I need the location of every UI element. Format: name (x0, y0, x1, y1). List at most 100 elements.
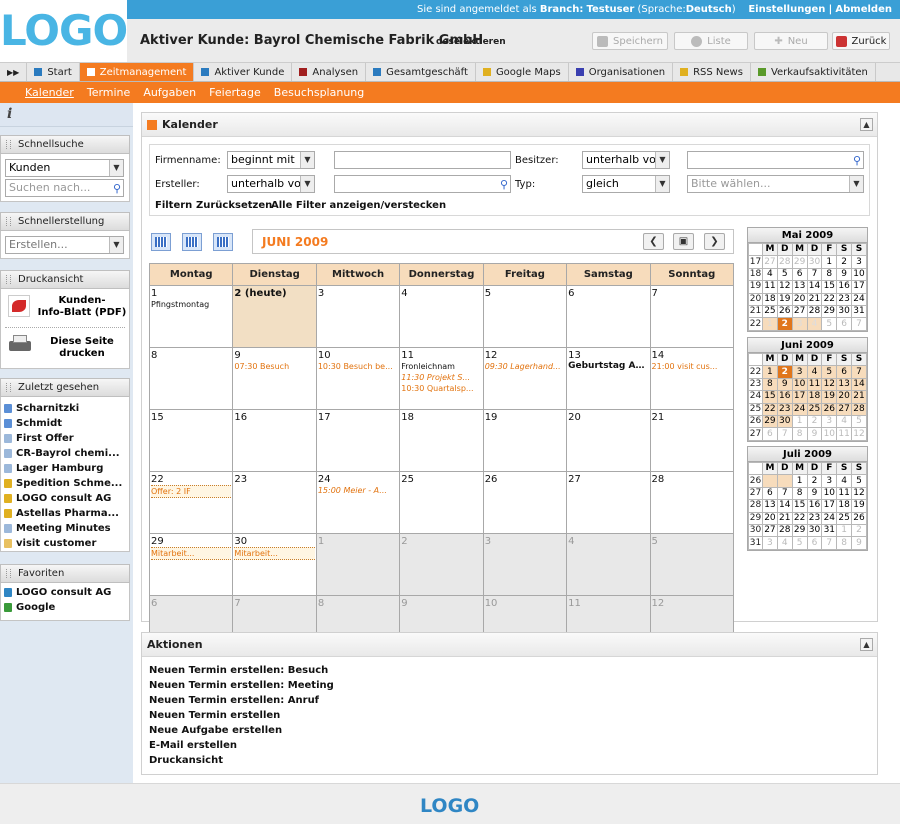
mini-day[interactable]: 13 (836, 377, 853, 392)
calendar-event[interactable]: Fronleichnam (401, 361, 481, 372)
mini-day[interactable]: 5 (851, 414, 867, 429)
mini-day[interactable]: 7 (776, 486, 793, 501)
calendar-day-cell[interactable]: 25 (399, 471, 484, 534)
recent-item[interactable]: CR-Bayrol chemi... (1, 446, 129, 461)
mini-day[interactable]: 7 (821, 536, 838, 550)
quicksearch-type-select[interactable]: Kunden ▼ (5, 159, 124, 177)
mini-day[interactable]: 5 (821, 365, 838, 379)
day-view-icon[interactable] (213, 233, 233, 251)
back-button[interactable]: Zurück (832, 32, 890, 50)
mini-day[interactable]: 29 (821, 304, 838, 319)
ersteller-operator-select[interactable]: unterhalb vor ▼ (227, 175, 315, 193)
list-button[interactable]: Liste (674, 32, 748, 50)
calendar-event[interactable]: 10:30 Besuch be... (318, 361, 398, 372)
nav-item-6[interactable]: Organisationen (569, 63, 674, 81)
mini-day[interactable]: 6 (836, 317, 853, 331)
mini-day[interactable]: 1 (762, 317, 778, 331)
calendar-day-cell[interactable]: 4 (566, 533, 651, 596)
calendar-event[interactable]: 15:00 Meier - A... (318, 485, 398, 496)
mini-day[interactable]: 28 (776, 255, 793, 269)
nav-item-1[interactable]: Zeitmanagement (79, 63, 195, 81)
subnav-item-0[interactable]: Kalender (25, 86, 74, 99)
pdf-icon[interactable] (8, 295, 30, 317)
mini-day[interactable]: 9 (836, 267, 853, 282)
mini-day[interactable]: 11 (836, 427, 853, 441)
calendar-event[interactable]: Mitarbeit... (234, 547, 315, 560)
mini-day[interactable]: 18 (806, 390, 823, 404)
mini-day[interactable]: 2 (776, 317, 793, 331)
mini-day[interactable]: 8 (762, 377, 778, 392)
mini-day[interactable]: 1 (762, 365, 778, 379)
mini-day[interactable]: 24 (791, 402, 808, 416)
filter-link[interactable]: Filtern (155, 200, 192, 211)
mini-day[interactable]: 27 (836, 402, 853, 416)
calendar-day-cell[interactable]: 12 09:30 Lagerhand... (482, 347, 568, 410)
firmenname-operator-select[interactable]: beginnt mit ▼ (227, 151, 315, 169)
mini-day[interactable]: 28 (851, 402, 867, 416)
mini-day[interactable]: 9 (806, 427, 823, 441)
mini-day[interactable]: 4 (836, 414, 853, 429)
mini-day[interactable]: 4 (806, 317, 823, 331)
mini-day[interactable]: 5 (776, 267, 793, 282)
mini-day[interactable]: 10 (821, 486, 838, 501)
calendar-day-cell[interactable]: 10 10:30 Besuch be... (315, 347, 401, 410)
nav-item-5[interactable]: Google Maps (476, 63, 569, 81)
print-page-link[interactable]: Diese Seite drucken (37, 336, 127, 360)
mini-day[interactable]: 27 (791, 304, 808, 319)
mini-day[interactable]: 28 (776, 523, 793, 538)
calendar-day-cell[interactable]: 16 (232, 409, 317, 472)
action-link[interactable]: Neuen Termin erstellen (149, 708, 870, 723)
calendar-day-cell[interactable]: 4 (399, 285, 484, 348)
calendar-day-cell[interactable]: 20 (566, 409, 651, 472)
mini-day[interactable]: 2 (806, 474, 823, 488)
mini-day[interactable]: 30 (776, 414, 793, 429)
mini-day[interactable]: 26 (821, 402, 838, 416)
mini-day[interactable]: 3 (821, 414, 838, 429)
calendar-event[interactable]: 10:30 Quartalsp... (401, 383, 481, 394)
mini-day[interactable]: 8 (821, 267, 838, 282)
next-month-button[interactable]: ❯ (704, 233, 725, 250)
calendar-event[interactable]: 07:30 Besuch (234, 361, 314, 372)
mini-day[interactable]: 1 (791, 414, 808, 429)
mini-day[interactable]: 7 (851, 317, 867, 331)
favorites-header[interactable]: Favoriten (0, 564, 130, 583)
reset-link[interactable]: Zurücksetzen (196, 200, 272, 211)
customer-info-pdf-link[interactable]: Kunden- Info-Blatt (PDF) (37, 295, 127, 319)
mini-day[interactable]: 15 (821, 280, 838, 294)
nav-item-2[interactable]: Aktiver Kunde (194, 63, 293, 81)
mini-day[interactable]: 31 (821, 523, 838, 538)
today-button[interactable]: ▣ (673, 233, 694, 250)
mini-day[interactable]: 12 (851, 427, 867, 441)
calendar-day-cell[interactable]: 26 (482, 471, 568, 534)
subnav-item-1[interactable]: Termine (87, 86, 130, 99)
mini-day[interactable]: 3 (821, 474, 838, 488)
calendar-day-cell[interactable]: 14 21:00 visit cus... (649, 347, 735, 410)
mini-day[interactable]: 1 (821, 255, 838, 269)
mini-day[interactable]: 21 (776, 511, 793, 525)
calendar-day-cell[interactable]: 13 Geburtstag AM... (566, 347, 651, 410)
action-link[interactable]: Neue Aufgabe erstellen (149, 723, 870, 738)
action-link[interactable]: Neuen Termin erstellen: Besuch (149, 663, 870, 678)
calendar-day-cell[interactable]: 5 (649, 533, 735, 596)
mini-day[interactable]: 22 (821, 292, 838, 306)
nav-item-0[interactable]: Start (27, 63, 80, 81)
mini-day[interactable]: 1 (836, 523, 853, 538)
mini-day[interactable]: 4 (762, 267, 778, 282)
mini-day[interactable]: 27 (762, 255, 778, 269)
calendar-day-cell[interactable]: 30 Mitarbeit... (232, 533, 317, 596)
mini-day[interactable]: 18 (836, 499, 853, 513)
calendar-event[interactable]: Geburtstag AM... (568, 361, 648, 372)
logout-link[interactable]: Abmelden (835, 4, 892, 15)
mini-day[interactable]: 7 (806, 267, 823, 282)
calendar-day-cell[interactable]: 27 (566, 471, 651, 534)
mini-day[interactable]: 26 (851, 511, 867, 525)
mini-day[interactable]: 3 (851, 255, 867, 269)
mini-day[interactable]: 6 (762, 427, 778, 441)
mini-day[interactable]: 8 (791, 486, 808, 501)
calendar-day-cell[interactable]: 23 (232, 471, 317, 534)
mini-day[interactable]: 2 (806, 414, 823, 429)
calendar-day-cell[interactable]: 15 (148, 409, 234, 472)
mini-day[interactable]: 10 (821, 427, 838, 441)
mini-day[interactable]: 25 (762, 304, 778, 319)
firmenname-input[interactable] (334, 151, 511, 169)
